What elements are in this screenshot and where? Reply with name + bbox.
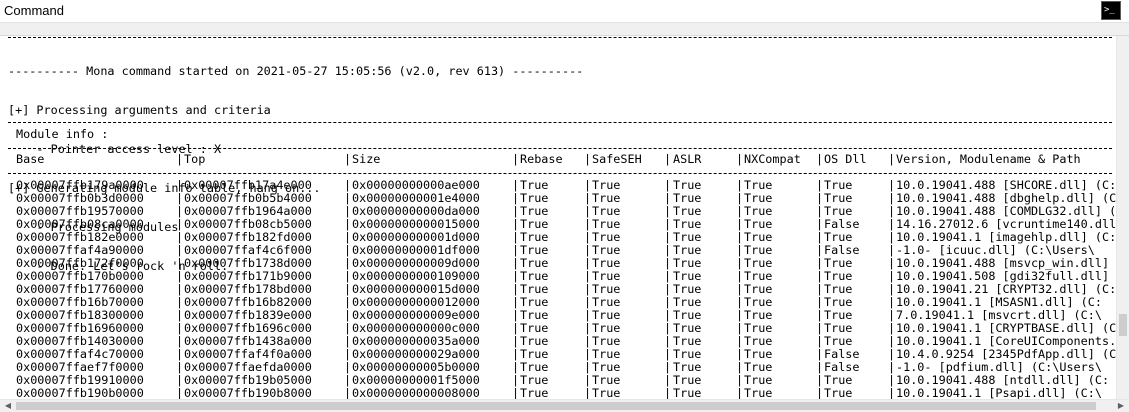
- divider: [8, 37, 1112, 38]
- module-info-label: Module info :: [16, 127, 109, 141]
- command-prompt-icon[interactable]: >_: [1101, 1, 1121, 20]
- column-header: Base: [16, 152, 45, 166]
- console-output[interactable]: ---------- Mona command started on 2021-…: [0, 36, 1116, 400]
- log-line: [+] Processing arguments and criteria: [8, 103, 271, 117]
- column-separator: |: [512, 152, 520, 166]
- window-title: Command: [4, 3, 64, 18]
- log-line: - Pointer access level : X: [8, 142, 222, 156]
- scroll-right-arrow-icon[interactable]: ▶: [1114, 400, 1128, 412]
- divider: [8, 173, 1112, 174]
- vertical-scrollbar[interactable]: [1116, 36, 1129, 399]
- divider: [8, 148, 1112, 149]
- vertical-scroll-thumb[interactable]: [1119, 314, 1127, 336]
- toolbar-strip: [0, 23, 1129, 36]
- column-separator: |: [736, 152, 744, 166]
- column-separator: |: [344, 152, 352, 166]
- column-separator: |: [888, 152, 896, 166]
- column-separator: |: [176, 152, 184, 166]
- column-header: Rebase: [520, 152, 563, 166]
- column-header: NXCompat: [744, 152, 801, 166]
- log-line: ---------- Mona command started on 2021-…: [8, 64, 584, 78]
- divider: [8, 122, 1112, 123]
- column-header: Top: [184, 152, 206, 166]
- column-header: SafeSEH: [592, 152, 642, 166]
- column-header: ASLR: [673, 152, 702, 166]
- column-header: Size: [352, 152, 381, 166]
- column-separator: |: [816, 152, 824, 166]
- horizontal-scrollbar[interactable]: ◀ ▶: [0, 399, 1129, 412]
- scroll-left-arrow-icon[interactable]: ◀: [1, 400, 15, 412]
- column-separator: |: [664, 152, 672, 166]
- column-header: OS Dll: [824, 152, 867, 166]
- column-header: Version, Modulename & Path: [896, 152, 1081, 166]
- column-separator: |: [584, 152, 592, 166]
- horizontal-scroll-thumb[interactable]: [16, 402, 1096, 410]
- window-titlebar: Command >_: [0, 0, 1129, 23]
